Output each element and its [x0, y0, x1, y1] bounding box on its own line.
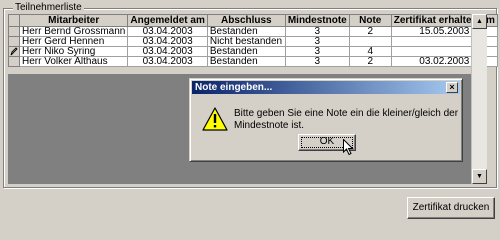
- note-dialog: Note eingeben... × Bitte geben Sie eine …: [189, 78, 463, 162]
- cell-mitarbeiter[interactable]: Herr Niko Syring: [18, 46, 129, 57]
- row-indicator[interactable]: [8, 36, 20, 47]
- column-header-note[interactable]: Note: [348, 14, 392, 27]
- row-indicator[interactable]: [8, 56, 20, 67]
- scroll-down-icon[interactable]: ▼: [472, 169, 487, 184]
- table-row[interactable]: Herr Gerd Hennen 03.04.2003 Nicht bestan…: [8, 36, 498, 47]
- warning-icon: [202, 107, 228, 131]
- cell-mitarbeiter[interactable]: Herr Volker Althaus: [18, 56, 129, 67]
- table-header-row: Mitarbeiter Angemeldet am Abschluss Mind…: [8, 14, 498, 27]
- participants-table: Mitarbeiter Angemeldet am Abschluss Mind…: [8, 14, 498, 67]
- cell-abschluss[interactable]: Bestanden: [206, 46, 286, 57]
- cell-mindestnote[interactable]: 3: [284, 36, 350, 47]
- vertical-scrollbar[interactable]: ▲ ▼: [471, 14, 487, 184]
- cell-abschluss[interactable]: Bestanden: [206, 26, 286, 37]
- table-row[interactable]: Herr Volker Althaus 03.04.2003 Bestanden…: [8, 56, 498, 67]
- print-certificate-button[interactable]: Zertifikat drucken: [407, 197, 495, 219]
- column-header-mindestnote[interactable]: Mindestnote: [284, 14, 350, 27]
- table-row[interactable]: Herr Niko Syring 03.04.2003 Bestanden 3 …: [8, 46, 498, 57]
- cell-mindestnote[interactable]: 3: [284, 56, 350, 67]
- row-indicator[interactable]: [8, 46, 20, 57]
- cell-angemeldet[interactable]: 03.04.2003: [127, 36, 208, 47]
- cell-abschluss[interactable]: Nicht bestanden: [206, 36, 286, 47]
- cell-angemeldet[interactable]: 03.04.2003: [127, 26, 208, 37]
- mouse-pointer-icon: [343, 139, 354, 156]
- cell-mindestnote[interactable]: 3: [284, 26, 350, 37]
- column-header-abschluss[interactable]: Abschluss: [206, 14, 286, 27]
- row-indicator-header: [8, 14, 20, 27]
- cell-note[interactable]: [348, 36, 392, 47]
- cell-angemeldet[interactable]: 03.04.2003: [127, 46, 208, 57]
- groupbox-label: Teilnehmerliste: [13, 2, 84, 14]
- dialog-titlebar[interactable]: Note eingeben... ×: [192, 81, 460, 94]
- close-icon[interactable]: ×: [446, 82, 458, 93]
- table-row[interactable]: Herr Bernd Grossmann 03.04.2003 Bestande…: [8, 26, 498, 37]
- dialog-message: Bitte geben Sie eine Note ein die kleine…: [234, 108, 459, 131]
- cell-mitarbeiter[interactable]: Herr Gerd Hennen: [18, 36, 129, 47]
- cell-mindestnote[interactable]: 3: [284, 46, 350, 57]
- scroll-up-icon[interactable]: ▲: [472, 14, 487, 29]
- cell-note[interactable]: 2: [348, 56, 392, 67]
- cell-angemeldet[interactable]: 03.04.2003: [127, 56, 208, 67]
- column-header-angemeldet[interactable]: Angemeldet am: [127, 14, 208, 27]
- cell-mitarbeiter[interactable]: Herr Bernd Grossmann: [18, 26, 129, 37]
- cell-note[interactable]: 2: [348, 26, 392, 37]
- cell-note[interactable]: 4: [348, 46, 392, 57]
- row-indicator[interactable]: [8, 26, 20, 37]
- cell-abschluss[interactable]: Bestanden: [206, 56, 286, 67]
- pencil-icon: [10, 47, 18, 56]
- dialog-title: Note eingeben...: [195, 82, 273, 93]
- column-header-mitarbeiter[interactable]: Mitarbeiter: [18, 14, 129, 27]
